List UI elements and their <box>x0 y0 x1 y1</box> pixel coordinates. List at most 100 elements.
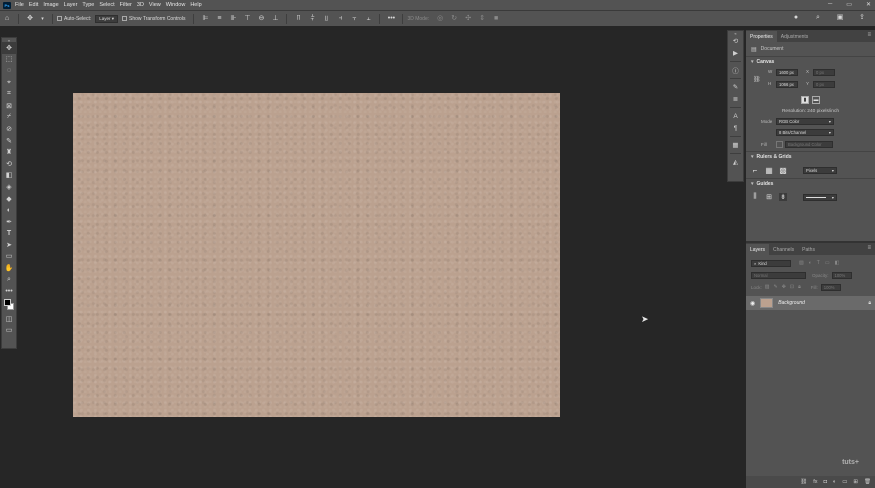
workspace-icon[interactable]: ▣ <box>836 14 844 22</box>
lock-guides-icon[interactable]: ⇟ <box>779 193 787 201</box>
hand-tool-icon[interactable]: ✋ <box>2 262 16 274</box>
clone-stamp-tool-icon[interactable]: ♜ <box>2 146 16 158</box>
bits-dropdown[interactable]: 8 Bits/Channel ▾ <box>776 129 834 136</box>
more-options-icon[interactable]: ••• <box>387 15 395 23</box>
foreground-color-swatch[interactable] <box>4 299 11 307</box>
dodge-tool-icon[interactable]: ◐ <box>2 204 16 216</box>
guide-style-dropdown[interactable]: ▾ <box>803 193 837 201</box>
menu-help[interactable]: Help <box>190 2 201 8</box>
tab-properties[interactable]: Properties <box>746 31 777 42</box>
eyedropper-tool-icon[interactable]: ⌿ <box>2 112 16 124</box>
quick-mask-icon[interactable]: ◫ <box>2 313 16 325</box>
align-middle-icon[interactable]: ⊖ <box>257 15 265 23</box>
landscape-orientation-icon[interactable]: ▬ <box>812 96 820 104</box>
filter-adjustment-icon[interactable]: ◐ <box>809 260 812 266</box>
layer-row[interactable]: ◉ Background 🔒︎ <box>746 296 875 310</box>
fill-dropdown[interactable]: Background Color <box>785 141 833 148</box>
menu-window[interactable]: Window <box>166 2 186 8</box>
new-layer-icon[interactable]: ⊞ <box>853 479 858 485</box>
paint-bucket-tool-icon[interactable]: ◈ <box>2 181 16 193</box>
align-left-icon[interactable]: ⊫ <box>201 15 209 23</box>
menu-filter[interactable]: Filter <box>120 2 132 8</box>
menu-view[interactable]: View <box>149 2 161 8</box>
healing-brush-tool-icon[interactable]: ⊘ <box>2 123 16 135</box>
rulers-section-header[interactable]: ▾ Rulers & Grids <box>746 151 875 162</box>
lock-artboard-icon[interactable]: ⊡ <box>790 284 794 290</box>
pixel-grid-icon[interactable]: ▩ <box>779 166 787 175</box>
move-tool-icon[interactable]: ✥ <box>2 42 16 54</box>
document-canvas[interactable] <box>73 93 560 417</box>
menu-image[interactable]: Image <box>43 2 58 8</box>
swatches-icon[interactable]: ▦ <box>728 139 743 151</box>
tab-layers[interactable]: Layers <box>746 244 770 255</box>
blur-tool-icon[interactable]: ◆ <box>2 193 16 205</box>
chevron-down-icon[interactable]: ▾ <box>40 15 45 23</box>
menu-file[interactable]: File <box>15 2 24 8</box>
lock-position-icon[interactable]: ✥ <box>782 284 786 290</box>
height-field[interactable]: 1066 px <box>776 81 798 88</box>
canvas-workspace[interactable]: ➤ <box>20 26 726 488</box>
brushes-icon[interactable]: ✎ <box>728 81 743 93</box>
layer-filter-dropdown[interactable]: ⌕ Kind <box>751 259 791 267</box>
blend-mode-dropdown[interactable]: Normal <box>751 271 806 279</box>
history-icon[interactable]: ⟲ <box>728 35 743 47</box>
guides-section-header[interactable]: ▾ Guides <box>746 178 875 189</box>
lock-image-icon[interactable]: ✎ <box>774 284 778 290</box>
home-icon[interactable]: ⌂ <box>3 15 11 23</box>
brush-tool-icon[interactable]: ✎ <box>2 135 16 147</box>
tab-channels[interactable]: Channels <box>769 244 798 255</box>
canvas-section-header[interactable]: ▾ Canvas <box>746 56 875 67</box>
link-dimensions-icon[interactable]: ⛓ <box>753 76 761 83</box>
pen-tool-icon[interactable]: ✒ <box>2 216 16 228</box>
screen-mode-icon[interactable]: ▭ <box>2 325 16 337</box>
actions-icon[interactable]: ▶ <box>728 47 743 59</box>
info-icon[interactable]: ⓘ <box>728 64 743 76</box>
ruler-icon[interactable]: ⌐ <box>751 166 759 175</box>
edit-toolbar-icon[interactable]: ••• <box>2 285 16 297</box>
menu-edit[interactable]: Edit <box>29 2 38 8</box>
paragraph-icon[interactable]: ¶ <box>728 122 743 134</box>
path-select-tool-icon[interactable]: ➤ <box>2 239 16 251</box>
character-icon[interactable]: A <box>728 110 743 122</box>
filter-shape-icon[interactable]: ▭ <box>825 260 830 266</box>
auto-select-checkbox[interactable] <box>57 16 62 21</box>
lock-all-icon[interactable]: 🔒︎ <box>798 284 801 290</box>
zoom-tool-icon[interactable]: ⌕ <box>2 274 16 286</box>
menu-type[interactable]: Type <box>82 2 94 8</box>
quick-select-tool-icon[interactable]: ⌖ <box>2 77 16 89</box>
distribute-right-icon[interactable]: ⫠ <box>364 15 372 23</box>
libraries-icon[interactable]: ◭ <box>728 156 743 168</box>
transform-controls-checkbox[interactable] <box>122 16 128 21</box>
panel-menu-icon[interactable]: ≡ <box>867 245 871 251</box>
marquee-tool-icon[interactable]: ⬚ <box>2 54 16 66</box>
user-icon[interactable]: ● <box>792 14 800 22</box>
delete-layer-icon[interactable]: 🗑︎ <box>864 479 871 485</box>
link-layers-icon[interactable]: ⛓ <box>800 479 807 485</box>
move-tool-icon[interactable]: ✥ <box>26 15 34 23</box>
tab-adjustments[interactable]: Adjustments <box>777 31 813 42</box>
distribute-bottom-icon[interactable]: ⫫ <box>322 15 330 23</box>
brush-settings-icon[interactable]: ≣ <box>728 93 743 105</box>
tab-paths[interactable]: Paths <box>798 244 819 255</box>
menu-layer[interactable]: Layer <box>64 2 78 8</box>
frame-tool-icon[interactable]: ⊠ <box>2 100 16 112</box>
filter-type-icon[interactable]: T <box>817 260 820 266</box>
minimize-icon[interactable]: ─ <box>828 1 832 8</box>
distribute-left-icon[interactable]: ⫞ <box>336 15 344 23</box>
type-tool-icon[interactable]: T <box>2 228 16 240</box>
eraser-tool-icon[interactable]: ◧ <box>2 170 16 182</box>
maximize-icon[interactable]: ▭ <box>846 1 852 8</box>
crop-tool-icon[interactable]: ⌗ <box>2 88 16 100</box>
filter-smart-icon[interactable]: ◧ <box>835 260 840 266</box>
history-brush-tool-icon[interactable]: ⟲ <box>2 158 16 170</box>
auto-select-dropdown[interactable]: Layer ▾ <box>95 14 119 23</box>
share-icon[interactable]: ⇪ <box>858 14 866 22</box>
y-field[interactable]: 0 px <box>813 81 835 88</box>
mode-dropdown[interactable]: RGB Color ▾ <box>776 118 834 125</box>
new-group-icon[interactable]: ▭ <box>842 479 847 485</box>
menu-3d[interactable]: 3D <box>137 2 144 8</box>
portrait-orientation-icon[interactable]: ▮ <box>801 96 809 104</box>
guide-layout-icon[interactable]: ⫼ <box>751 193 759 201</box>
close-icon[interactable]: ✕ <box>866 1 871 8</box>
grid-icon[interactable]: ▦ <box>765 166 773 175</box>
